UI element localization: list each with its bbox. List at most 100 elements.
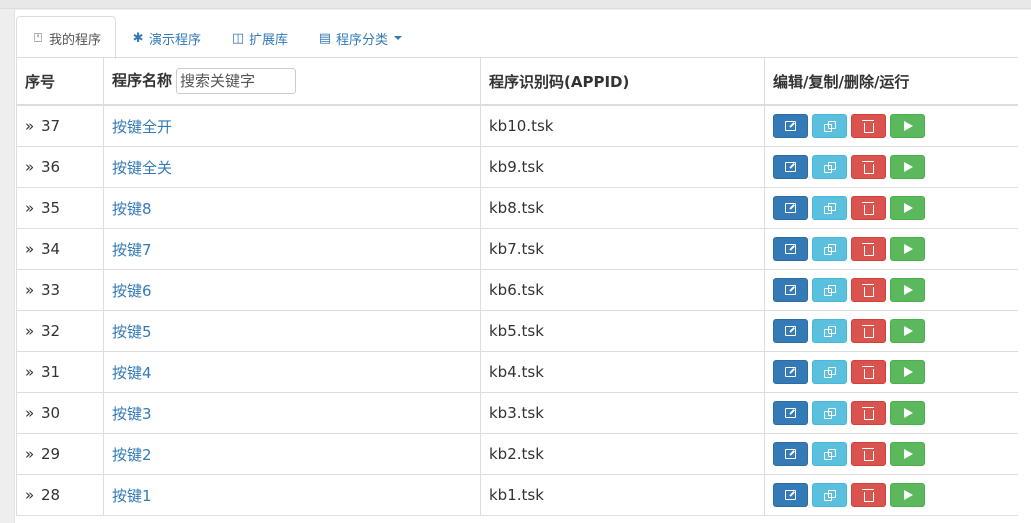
run-button[interactable] [890, 319, 925, 343]
delete-button[interactable] [851, 442, 886, 466]
actions-cell [764, 310, 1018, 352]
program-name-link[interactable]: 按键1 [112, 487, 152, 505]
run-button[interactable] [890, 155, 925, 179]
appid-cell: kb8.tsk [480, 187, 765, 229]
program-name-link[interactable]: 按键2 [112, 446, 152, 464]
program-name-link[interactable]: 按键4 [112, 364, 152, 382]
action-group [773, 155, 1010, 179]
play-icon [904, 162, 913, 172]
program-name-link[interactable]: 按键7 [112, 241, 152, 259]
name-cell: 按键2 [103, 433, 481, 475]
program-name-link[interactable]: 按键6 [112, 282, 152, 300]
action-group [773, 278, 1010, 302]
actions-cell [764, 104, 1018, 147]
delete-button[interactable] [851, 319, 886, 343]
seq-cell: » 32 [16, 310, 104, 352]
trash-icon [861, 160, 874, 174]
seq-value: 33 [40, 281, 61, 299]
run-button[interactable] [890, 442, 925, 466]
delete-button[interactable] [851, 196, 886, 220]
delete-button[interactable] [851, 114, 886, 138]
program-name-link[interactable]: 按键5 [112, 323, 152, 341]
appid-cell: kb7.tsk [480, 228, 765, 270]
copy-button[interactable] [812, 114, 847, 138]
double-chevron-right-icon: » [25, 486, 35, 504]
appid-value: kb9.tsk [489, 158, 544, 176]
edit-button[interactable] [773, 155, 808, 179]
program-name-link[interactable]: 按键全开 [112, 118, 172, 136]
program-name-link[interactable]: 按键3 [112, 405, 152, 423]
run-button[interactable] [890, 360, 925, 384]
edit-button[interactable] [773, 319, 808, 343]
copy-button[interactable] [812, 196, 847, 220]
edit-button[interactable] [773, 483, 808, 507]
run-button[interactable] [890, 483, 925, 507]
action-group [773, 237, 1010, 261]
delete-button[interactable] [851, 360, 886, 384]
trash-icon [861, 365, 874, 379]
play-icon [904, 244, 913, 254]
tab-program-category[interactable]: ▤ 程序分类 [303, 17, 417, 58]
actions-cell [764, 474, 1018, 516]
seq-cell: » 29 [16, 433, 104, 475]
double-chevron-right-icon: » [25, 445, 35, 463]
program-name-link[interactable]: 按键全关 [112, 159, 172, 177]
seq-value: 37 [40, 117, 61, 135]
seq-cell: » 30 [16, 392, 104, 434]
delete-button[interactable] [851, 278, 886, 302]
tab-demo-programs[interactable]: ✱ 演示程序 [116, 17, 216, 58]
copy-button[interactable] [812, 278, 847, 302]
run-button[interactable] [890, 278, 925, 302]
run-button[interactable] [890, 114, 925, 138]
appid-value: kb2.tsk [489, 445, 544, 463]
copy-icon [823, 161, 836, 173]
delete-button[interactable] [851, 401, 886, 425]
delete-button[interactable] [851, 155, 886, 179]
tab-extension-library[interactable]: ◫ 扩展库 [216, 17, 303, 58]
copy-button[interactable] [812, 442, 847, 466]
edit-button[interactable] [773, 442, 808, 466]
copy-icon [823, 243, 836, 255]
copy-icon [823, 489, 836, 501]
edit-button[interactable] [773, 278, 808, 302]
copy-icon [823, 120, 836, 132]
table-header-row: 序号 程序名称 程序识别码(APPID) 编辑/复制/删除/运行 [16, 57, 1018, 106]
trash-icon [861, 488, 874, 502]
edit-button[interactable] [773, 401, 808, 425]
copy-button[interactable] [812, 401, 847, 425]
copy-button[interactable] [812, 155, 847, 179]
run-button[interactable] [890, 401, 925, 425]
appid-value: kb3.tsk [489, 404, 544, 422]
trash-icon [861, 201, 874, 215]
table-row: » 31 按键4 kb4.tsk [16, 351, 1018, 393]
play-icon [904, 326, 913, 336]
tab-bar: ⍞ 我的程序 ✱ 演示程序 ◫ 扩展库 ▤ 程序分类 [16, 15, 1016, 59]
edit-icon [785, 326, 796, 336]
table-row: » 29 按键2 kb2.tsk [16, 433, 1018, 475]
program-name-link[interactable]: 按键8 [112, 200, 152, 218]
edit-button[interactable] [773, 114, 808, 138]
appid-value: kb6.tsk [489, 281, 544, 299]
play-icon [904, 367, 913, 377]
double-chevron-right-icon: » [25, 363, 35, 381]
delete-button[interactable] [851, 483, 886, 507]
double-chevron-right-icon: » [25, 281, 35, 299]
edit-button[interactable] [773, 196, 808, 220]
copy-button[interactable] [812, 237, 847, 261]
run-button[interactable] [890, 196, 925, 220]
delete-button[interactable] [851, 237, 886, 261]
run-button[interactable] [890, 237, 925, 261]
name-cell: 按键全关 [103, 146, 481, 188]
copy-button[interactable] [812, 483, 847, 507]
edit-button[interactable] [773, 237, 808, 261]
tab-label: 演示程序 [149, 32, 202, 48]
seq-cell: » 31 [16, 351, 104, 393]
search-input[interactable] [176, 68, 297, 94]
edit-icon [785, 121, 796, 131]
edit-button[interactable] [773, 360, 808, 384]
copy-button[interactable] [812, 360, 847, 384]
tab-my-programs[interactable]: ⍞ 我的程序 [16, 16, 117, 59]
appid-cell: kb10.tsk [480, 104, 765, 147]
copy-button[interactable] [812, 319, 847, 343]
table-row: » 37 按键全开 kb10.tsk [16, 104, 1018, 147]
